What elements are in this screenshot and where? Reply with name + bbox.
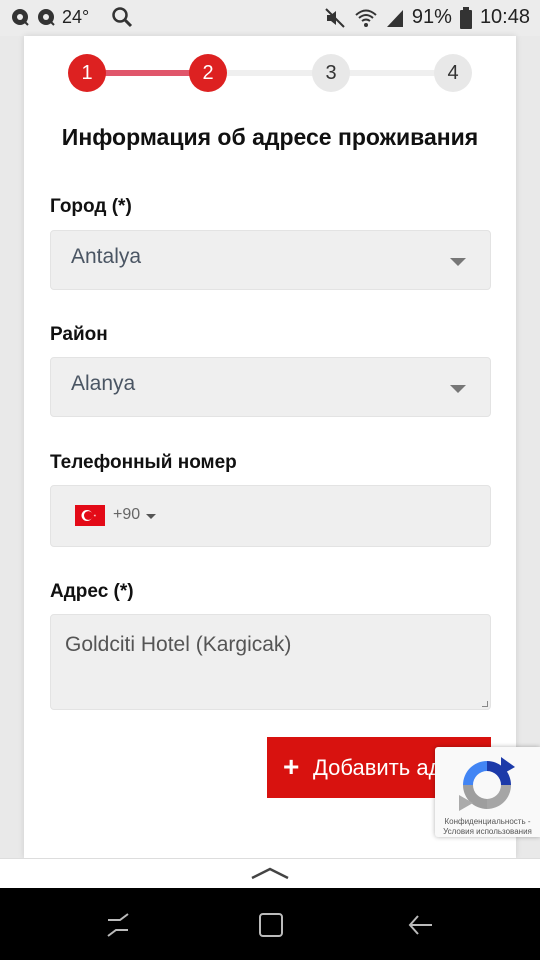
status-bar-right: 91% 10:48 (324, 6, 530, 29)
temperature-text: 24° (62, 6, 90, 27)
plus-icon: + (283, 751, 300, 782)
district-select-value: Alanya (71, 372, 136, 395)
address-value: Goldciti Hotel (Kargicak) (65, 633, 292, 656)
status-bar-left: 24° (10, 6, 133, 28)
battery-icon (459, 6, 472, 29)
resize-handle-icon[interactable] (482, 701, 488, 707)
city-label: Город (*) (50, 196, 132, 217)
address-textarea[interactable]: Goldciti Hotel (Kargicak) (50, 614, 491, 710)
home-icon[interactable] (256, 910, 286, 940)
page-title: Информация об адресе проживания (61, 124, 479, 150)
chevron-down-icon (450, 385, 466, 393)
district-label: Район (50, 324, 108, 345)
phone-field[interactable]: +90 (50, 485, 491, 547)
chevron-down-icon (450, 258, 466, 266)
mute-icon (324, 7, 346, 29)
progress-steps: 1 2 3 4 (24, 44, 516, 100)
caret-down-icon[interactable] (146, 514, 156, 519)
back-icon[interactable] (406, 910, 436, 940)
recaptcha-badge[interactable]: Конфиденциальность - Условия использован… (435, 747, 540, 837)
search-icon (111, 6, 133, 28)
address-form-card: 1 2 3 4 Информация об адресе проживания … (24, 36, 516, 858)
signal-icon (386, 8, 404, 28)
city-select[interactable]: Antalya (50, 230, 491, 290)
sync-icon (10, 7, 30, 27)
recent-apps-icon[interactable] (104, 910, 134, 940)
address-label: Адрес (*) (50, 581, 134, 602)
wifi-icon (354, 8, 378, 28)
sync-icon (36, 7, 56, 27)
phone-label: Телефонный номер (50, 452, 237, 473)
city-select-value: Antalya (71, 245, 142, 268)
battery-percent: 91% (411, 6, 452, 28)
step-4: 4 (434, 54, 472, 92)
status-bar: 24° 91% 10:48 (0, 0, 540, 36)
recaptcha-legal-text[interactable]: Конфиденциальность - Условия использован… (435, 817, 540, 837)
step-1: 1 (68, 54, 106, 92)
district-select[interactable]: Alanya (50, 357, 491, 417)
recaptcha-logo-icon (457, 755, 517, 820)
scroll-up-bar[interactable] (0, 858, 540, 888)
phone-country-code[interactable]: +90 (113, 506, 140, 524)
step-2: 2 (189, 54, 227, 92)
step-3: 3 (312, 54, 350, 92)
turkey-flag-icon[interactable] (75, 505, 105, 526)
system-navigation-bar (0, 888, 540, 960)
clock-time: 10:48 (479, 6, 530, 28)
chevron-up-icon[interactable] (250, 865, 290, 886)
